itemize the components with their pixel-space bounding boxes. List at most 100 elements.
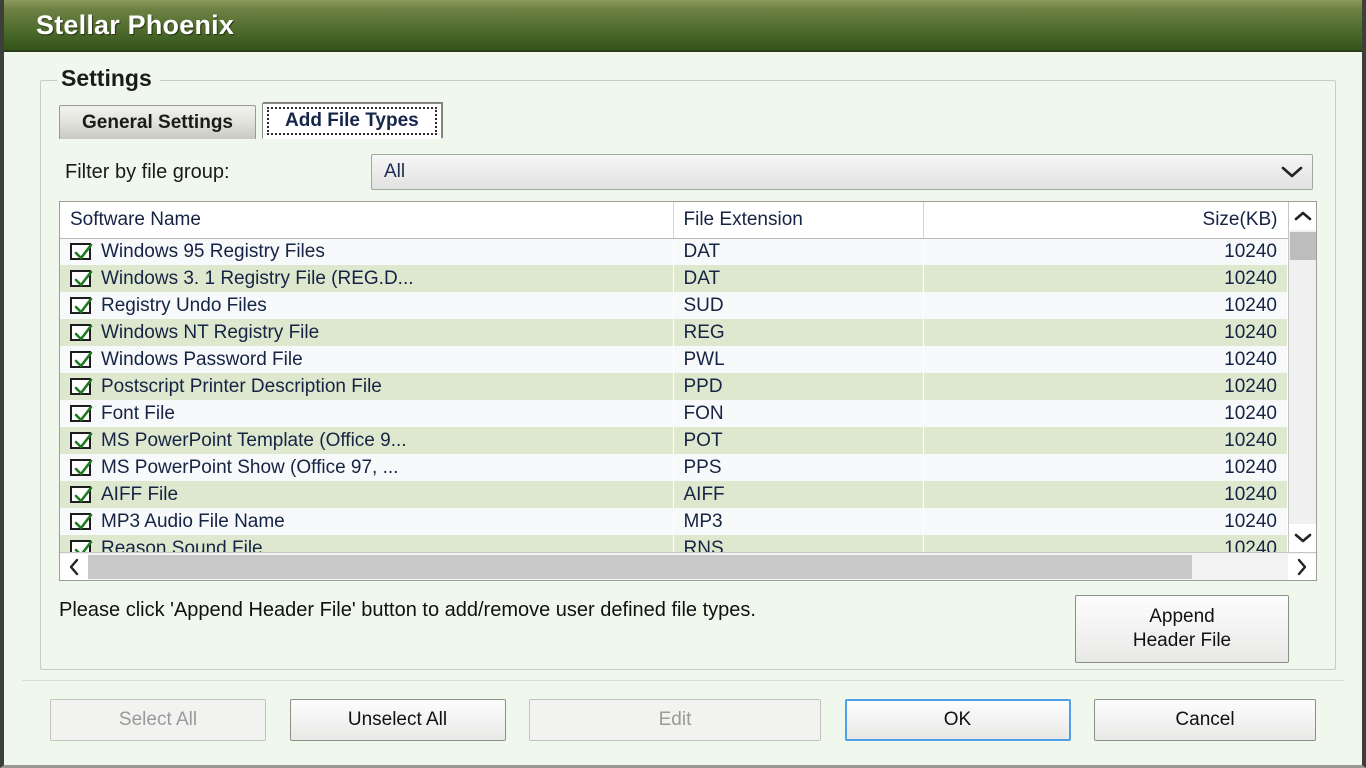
- row-checkbox[interactable]: [70, 243, 91, 260]
- tab-panel-add-file-types: Filter by file group: All: [59, 139, 1317, 663]
- tab-general-settings[interactable]: General Settings: [59, 105, 256, 139]
- cell-software-name: AIFF File: [60, 481, 673, 508]
- table-row[interactable]: Font FileFON10240: [60, 400, 1288, 427]
- row-checkbox[interactable]: [70, 351, 91, 368]
- row-checkbox[interactable]: [70, 513, 91, 530]
- hint-row: Please click 'Append Header File' button…: [59, 595, 1317, 663]
- table-row[interactable]: AIFF File AIFF10240: [60, 481, 1288, 508]
- horizontal-scroll-track[interactable]: [88, 554, 1288, 580]
- row-checkbox[interactable]: [70, 540, 91, 552]
- cell-size: 10240: [923, 454, 1288, 481]
- select-all-button[interactable]: Select All: [50, 699, 266, 741]
- tab-add-file-types[interactable]: Add File Types: [262, 103, 442, 139]
- row-checkbox[interactable]: [70, 297, 91, 314]
- row-software-name-label: MP3 Audio File Name: [101, 511, 285, 533]
- settings-group-legend: Settings: [57, 65, 160, 92]
- cell-software-name: Windows Password File: [60, 346, 673, 373]
- table-row[interactable]: Postscript Printer Description FilePPD10…: [60, 373, 1288, 400]
- cell-size: 10240: [923, 481, 1288, 508]
- vertical-scroll-thumb[interactable]: [1290, 232, 1316, 260]
- row-checkbox[interactable]: [70, 405, 91, 422]
- row-software-name-label: AIFF File: [101, 484, 178, 506]
- cell-software-name: Windows 95 Registry Files: [60, 238, 673, 265]
- cell-file-extension: RNS: [673, 535, 923, 552]
- file-group-select[interactable]: All: [371, 154, 1313, 190]
- unselect-all-button[interactable]: Unselect All: [290, 699, 506, 741]
- row-checkbox[interactable]: [70, 324, 91, 341]
- table-row[interactable]: MS PowerPoint Template (Office 9...POT10…: [60, 427, 1288, 454]
- table-row[interactable]: Registry Undo Files SUD10240: [60, 292, 1288, 319]
- cell-size: 10240: [923, 346, 1288, 373]
- append-header-file-label-line1: Append: [1133, 605, 1231, 629]
- cell-size: 10240: [923, 265, 1288, 292]
- filter-row: Filter by file group: All: [59, 153, 1317, 191]
- cell-software-name: MS PowerPoint Show (Office 97, ...: [60, 454, 673, 481]
- row-checkbox[interactable]: [70, 459, 91, 476]
- vertical-scroll-track[interactable]: [1289, 230, 1317, 524]
- table-row[interactable]: Windows 95 Registry FilesDAT10240: [60, 238, 1288, 265]
- cell-file-extension: REG: [673, 319, 923, 346]
- append-header-file-button[interactable]: Append Header File: [1075, 595, 1289, 663]
- table-row[interactable]: Reason Sound FileRNS10240: [60, 535, 1288, 552]
- cell-size: 10240: [923, 292, 1288, 319]
- table-row[interactable]: MP3 Audio File NameMP310240: [60, 508, 1288, 535]
- cell-file-extension: AIFF: [673, 481, 923, 508]
- table-main: Software Name File Extension Size(KB) Wi…: [60, 202, 1288, 552]
- hint-text: Please click 'Append Header File' button…: [59, 595, 1059, 623]
- edit-label: Edit: [659, 708, 692, 732]
- edit-button[interactable]: Edit: [529, 699, 821, 741]
- chevron-down-icon: [1272, 165, 1312, 179]
- table-row[interactable]: Windows Password FilePWL10240: [60, 346, 1288, 373]
- horizontal-scroll-thumb[interactable]: [88, 555, 1192, 579]
- row-software-name-label: Windows NT Registry File: [101, 322, 319, 344]
- unselect-all-label: Unselect All: [348, 708, 447, 732]
- cell-size: 10240: [923, 400, 1288, 427]
- cell-software-name: Font File: [60, 400, 673, 427]
- cell-size: 10240: [923, 238, 1288, 265]
- filter-label: Filter by file group:: [59, 161, 371, 184]
- dialog-body: Settings General Settings Add File Types…: [4, 52, 1362, 765]
- table-scroll-area: Software Name File Extension Size(KB) Wi…: [60, 202, 1316, 552]
- scroll-left-button[interactable]: [60, 554, 88, 580]
- table-row[interactable]: Windows 3. 1 Registry File (REG.D...DAT1…: [60, 265, 1288, 292]
- tab-strip: General Settings Add File Types: [59, 103, 1317, 139]
- cell-size: 10240: [923, 427, 1288, 454]
- table-row[interactable]: Windows NT Registry FileREG10240: [60, 319, 1288, 346]
- row-checkbox[interactable]: [70, 432, 91, 449]
- dialog-footer: Select All Unselect All Edit OK Cancel: [22, 681, 1344, 765]
- row-checkbox[interactable]: [70, 270, 91, 287]
- cell-file-extension: POT: [673, 427, 923, 454]
- row-checkbox[interactable]: [70, 486, 91, 503]
- file-types-table: Software Name File Extension Size(KB) Wi…: [59, 201, 1317, 581]
- cell-file-extension: DAT: [673, 265, 923, 292]
- cancel-button[interactable]: Cancel: [1094, 699, 1316, 741]
- cell-software-name: Windows 3. 1 Registry File (REG.D...: [60, 265, 673, 292]
- row-software-name-label: Registry Undo Files: [101, 295, 267, 317]
- cancel-label: Cancel: [1175, 708, 1234, 732]
- table-row[interactable]: MS PowerPoint Show (Office 97, ...PPS102…: [60, 454, 1288, 481]
- ok-button[interactable]: OK: [845, 699, 1071, 741]
- cell-file-extension: DAT: [673, 238, 923, 265]
- column-header-file-extension[interactable]: File Extension: [673, 202, 923, 238]
- column-header-software-name[interactable]: Software Name: [60, 202, 673, 238]
- cell-software-name: Registry Undo Files: [60, 292, 673, 319]
- cell-file-extension: SUD: [673, 292, 923, 319]
- column-header-size[interactable]: Size(KB): [923, 202, 1288, 238]
- row-software-name-label: Windows Password File: [101, 349, 303, 371]
- horizontal-scrollbar[interactable]: [60, 552, 1316, 580]
- cell-file-extension: PPD: [673, 373, 923, 400]
- cell-software-name: Windows NT Registry File: [60, 319, 673, 346]
- append-header-file-label-line2: Header File: [1133, 629, 1231, 653]
- application-window: Stellar Phoenix Settings General Setting…: [0, 0, 1366, 768]
- scroll-up-button[interactable]: [1289, 202, 1317, 230]
- cell-file-extension: FON: [673, 400, 923, 427]
- tab-focus-outline: [267, 107, 437, 135]
- row-software-name-label: Reason Sound File: [101, 538, 263, 553]
- cell-software-name: Reason Sound File: [60, 535, 673, 552]
- row-checkbox[interactable]: [70, 378, 91, 395]
- title-bar: Stellar Phoenix: [4, 0, 1362, 52]
- scroll-down-button[interactable]: [1289, 524, 1317, 552]
- scroll-right-button[interactable]: [1288, 554, 1316, 580]
- table-body: Windows 95 Registry FilesDAT10240Windows…: [60, 238, 1288, 552]
- vertical-scrollbar[interactable]: [1288, 202, 1316, 552]
